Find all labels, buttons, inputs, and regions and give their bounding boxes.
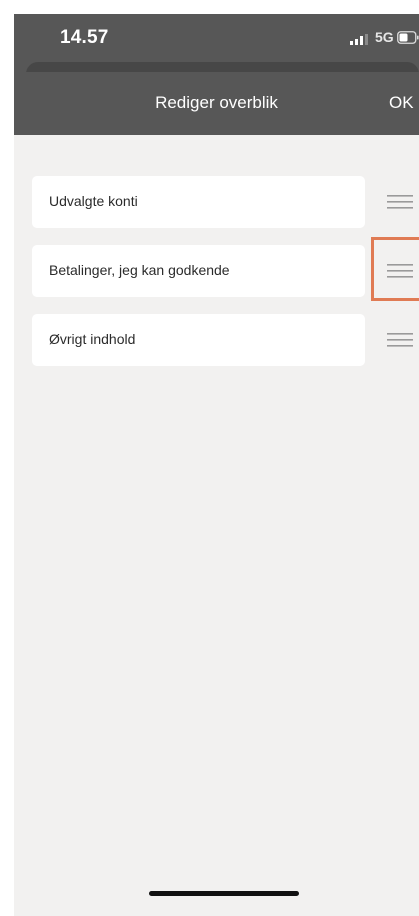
ok-button[interactable]: OK	[389, 93, 414, 113]
battery-icon	[397, 31, 419, 44]
header-area: 14.57 5G Rediger overblik OK	[14, 14, 419, 135]
list-item-card[interactable]: Betalinger, jeg kan godkende	[32, 245, 365, 297]
network-type: 5G	[375, 29, 394, 45]
page-title: Rediger overblik	[155, 93, 278, 112]
list-item: Udvalgte konti	[32, 176, 419, 228]
list-item-label: Øvrigt indhold	[49, 331, 136, 347]
status-time: 14.57	[60, 27, 109, 48]
list-item-card[interactable]: Øvrigt indhold	[32, 314, 365, 366]
list-item-label: Betalinger, jeg kan godkende	[49, 262, 230, 278]
app-screen: 14.57 5G Rediger overblik OK Udvalgte ko…	[14, 14, 419, 916]
list-item-card[interactable]: Udvalgte konti	[32, 176, 365, 228]
list-item: Øvrigt indhold	[32, 314, 419, 366]
list-item-label: Udvalgte konti	[49, 193, 138, 209]
status-bar: 14.57 5G	[14, 14, 419, 59]
drag-handle-icon[interactable]	[375, 188, 419, 216]
overview-sections-list: Udvalgte konti Betalinger, jeg kan godke…	[32, 176, 419, 383]
list-item: Betalinger, jeg kan godkende	[32, 237, 419, 301]
signal-bars-icon	[350, 32, 370, 45]
nav-bar: Rediger overblik OK	[14, 72, 419, 135]
drag-handle-icon[interactable]	[375, 326, 419, 354]
drag-handle-highlight	[371, 237, 419, 301]
home-indicator[interactable]	[149, 891, 299, 896]
